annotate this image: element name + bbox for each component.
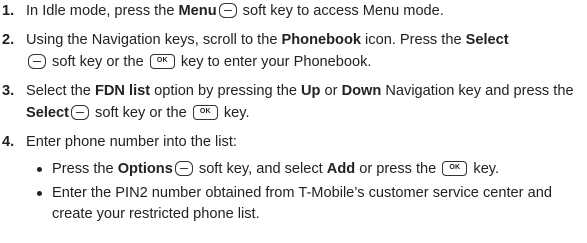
text-span: soft key or the <box>48 53 148 70</box>
phonebook-label: Phonebook <box>281 32 361 48</box>
text-span: soft key to access Menu mode. <box>238 3 444 19</box>
step-text: Enter phone number into the list: <box>26 134 237 150</box>
up-label: Up <box>301 83 321 99</box>
step-number: 4. <box>2 134 15 150</box>
soft-key-icon <box>218 3 237 18</box>
down-label: Down <box>341 83 382 99</box>
ok-key-label: OK <box>156 56 168 64</box>
text-span: or <box>320 83 342 99</box>
text-span: soft key or the <box>91 104 191 121</box>
options-label: Options <box>117 161 173 177</box>
document-page: 1. In Idle mode, press the Menu soft key… <box>0 0 587 243</box>
select-label: Select <box>465 32 509 48</box>
ok-key-icon: OK <box>192 104 218 120</box>
text-span: Press the <box>52 161 118 177</box>
step-text: Using the Navigation keys, scroll to the… <box>26 30 583 73</box>
step-number: 1. <box>2 3 15 19</box>
step-text: In Idle mode, press the Menu soft key to… <box>26 1 583 23</box>
list-item: Enter the PIN2 number obtained from T-Mo… <box>36 183 583 226</box>
text-span: option by pressing the <box>150 83 302 99</box>
text-span: key. <box>469 161 500 177</box>
bullet-list: Press the Options soft key, and select A… <box>36 159 583 226</box>
text-span: key. <box>219 104 250 121</box>
soft-key-icon <box>28 53 46 69</box>
text-span: soft key, and select <box>194 161 327 177</box>
list-item: Press the Options soft key, and select A… <box>36 159 583 181</box>
menu-label: Menu <box>178 3 217 19</box>
step-number: 2. <box>2 32 15 48</box>
fdn-list-label: FDN list <box>94 83 151 99</box>
text-span: Navigation key and press the <box>381 83 574 99</box>
text-span: icon. Press the <box>360 32 466 48</box>
select-label: Select <box>26 104 69 121</box>
ok-key-label: OK <box>449 164 461 171</box>
ok-key-icon: OK <box>149 53 175 69</box>
step-text: Select the FDN list option by pressing t… <box>26 81 583 124</box>
soft-key-icon <box>174 161 193 176</box>
add-label: Add <box>326 161 356 177</box>
ok-key-label: OK <box>199 107 211 115</box>
text-span: or press the <box>355 161 441 177</box>
ok-key-icon: OK <box>442 161 468 176</box>
text-span: Select the <box>26 83 95 99</box>
text-span: Using the Navigation keys, scroll to the <box>26 32 282 48</box>
text-span: In Idle mode, press the <box>26 3 179 19</box>
text-span: Enter the PIN2 number obtained from T-Mo… <box>52 184 552 223</box>
text-span: key to enter your Phonebook. <box>176 53 372 70</box>
step-number: 3. <box>2 83 15 99</box>
soft-key-icon <box>71 104 89 120</box>
